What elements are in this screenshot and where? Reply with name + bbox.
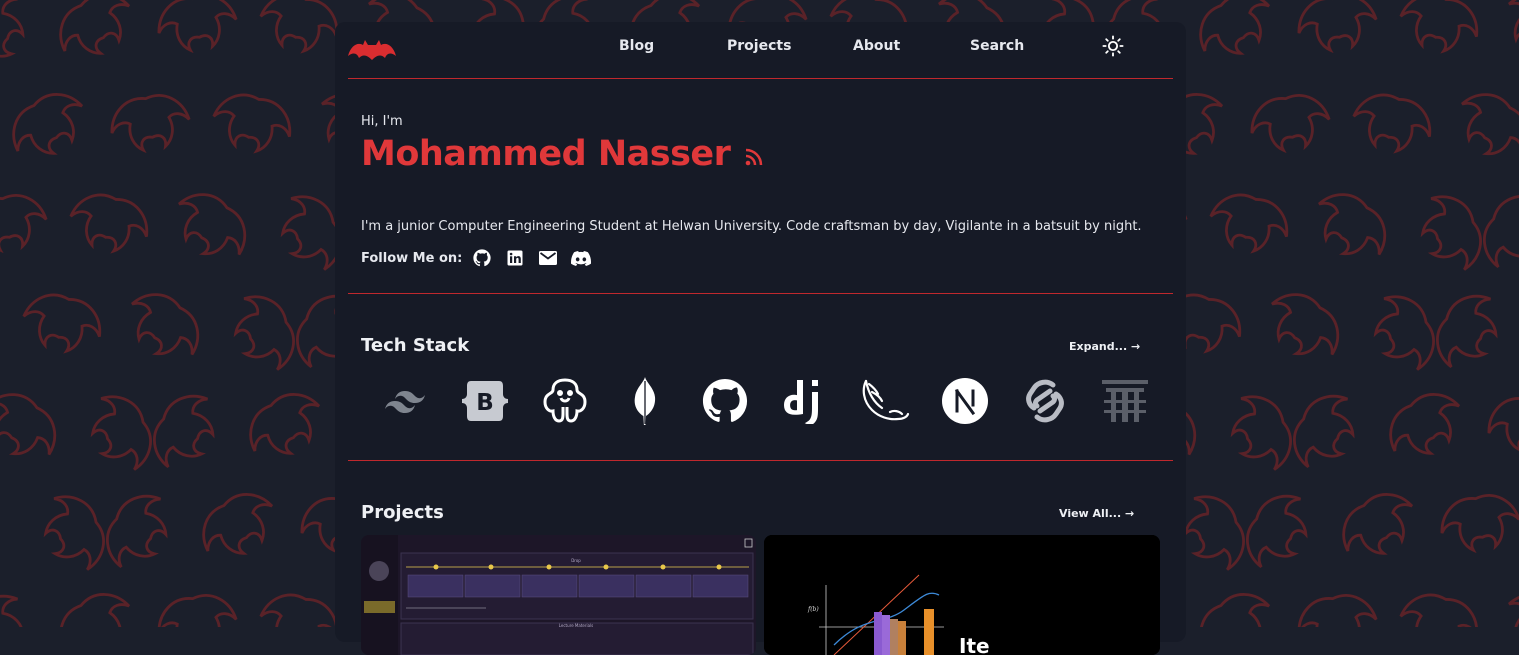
discord-icon[interactable]	[571, 248, 592, 268]
rss-icon[interactable]	[744, 147, 764, 167]
bat-pattern-icon	[0, 393, 57, 456]
bat-pattern-icon	[1318, 193, 1387, 256]
page-title: Mohammed Nasser	[361, 134, 731, 174]
bat-logo-icon[interactable]	[348, 38, 396, 60]
postgresql-icon	[540, 376, 590, 426]
bat-pattern-icon	[43, 495, 105, 571]
bat-pattern-icon	[59, 593, 131, 627]
nav-search-link[interactable]: Search	[970, 38, 1024, 54]
github-logo-icon	[700, 376, 750, 426]
bat-pattern-icon	[1420, 195, 1482, 271]
bat-pattern-icon	[1297, 594, 1378, 627]
thumb-lecture-label: Lecture Materials	[559, 623, 594, 628]
bat-pattern-icon	[1246, 494, 1308, 569]
project-card-dashboard[interactable]: Drop Lecture Materials	[361, 535, 756, 655]
navbar: Blog Projects About Search	[348, 22, 1173, 79]
bat-pattern-icon	[106, 494, 168, 569]
bat-pattern-icon	[178, 193, 247, 256]
bat-pattern-icon	[1399, 593, 1479, 627]
github-icon[interactable]	[472, 248, 492, 268]
bat-pattern-icon	[153, 394, 215, 469]
bat-pattern-icon	[1373, 295, 1435, 371]
bat-pattern-icon	[69, 193, 149, 254]
bat-pattern-icon	[1440, 494, 1519, 554]
bio-text: I'm a junior Computer Engineering Studen…	[361, 219, 1142, 234]
bat-pattern-icon	[22, 293, 102, 354]
bat-pattern-icon	[12, 93, 84, 155]
thumb-function-label: f(b)	[807, 606, 819, 613]
bat-pattern-icon	[1389, 393, 1461, 455]
bat-pattern-icon	[249, 393, 321, 455]
math-animation-image: f(b) Ite	[764, 535, 1160, 655]
bat-pattern-icon	[259, 593, 339, 627]
bat-pattern-icon	[1399, 0, 1479, 54]
bootstrap-icon: B	[460, 376, 510, 426]
bat-pattern-icon	[1342, 493, 1414, 555]
bat-pattern-icon	[1293, 394, 1355, 469]
bat-pattern-icon	[1436, 294, 1498, 369]
svg-text:B: B	[476, 390, 494, 416]
bat-pattern-icon	[1487, 394, 1519, 454]
thumb-brand-text: Ite	[959, 634, 990, 655]
main-card: Blog Projects About Search Hi, I'm Moham…	[335, 22, 1186, 655]
expand-link[interactable]: Expand... →	[1069, 340, 1140, 353]
name-row: Mohammed Nasser	[361, 134, 764, 174]
flask-icon	[860, 376, 910, 426]
bat-pattern-icon	[110, 94, 191, 154]
greeting-text: Hi, I'm	[361, 114, 403, 129]
bat-pattern-icon	[1209, 193, 1289, 254]
nav-blog-link[interactable]: Blog	[619, 38, 654, 54]
section-divider	[348, 293, 1173, 294]
bat-pattern-icon	[1297, 0, 1378, 54]
bat-pattern-icon	[131, 293, 200, 356]
django-icon	[780, 376, 830, 426]
tech-stack-title: Tech Stack	[361, 335, 470, 356]
mail-icon[interactable]	[538, 248, 558, 268]
projects-title: Projects	[361, 502, 444, 523]
bat-pattern-icon	[0, 0, 25, 69]
sun-icon[interactable]	[1102, 35, 1124, 57]
bat-pattern-icon	[233, 295, 295, 371]
section-divider	[348, 460, 1173, 461]
mongodb-icon	[620, 376, 670, 426]
bat-pattern-icon	[90, 395, 152, 471]
bat-pattern-icon	[212, 93, 292, 154]
bat-pattern-icon	[1508, 0, 1519, 56]
tauri-icon	[1100, 376, 1150, 426]
svelte-icon	[1020, 376, 1070, 426]
dashboard-screenshot-image: Drop Lecture Materials	[361, 535, 756, 655]
nav-about-link[interactable]: About	[853, 38, 900, 54]
bat-pattern-icon	[1230, 395, 1292, 471]
linkedin-icon[interactable]	[505, 248, 525, 268]
bat-pattern-icon	[1508, 593, 1519, 627]
bat-pattern-icon	[1199, 593, 1271, 627]
nextjs-icon	[940, 376, 990, 426]
bat-pattern-icon	[1461, 93, 1519, 156]
bat-pattern-icon	[59, 0, 131, 55]
view-all-link[interactable]: View All... →	[1059, 507, 1134, 520]
bat-pattern-icon	[259, 0, 339, 54]
project-card-math[interactable]: f(b) Ite	[764, 535, 1160, 655]
bat-pattern-icon	[1271, 293, 1340, 356]
bat-pattern-icon	[202, 493, 274, 555]
bat-pattern-icon	[1352, 93, 1432, 154]
bat-pattern-icon	[1199, 0, 1271, 55]
nav-projects-link[interactable]: Projects	[727, 38, 791, 54]
bat-pattern-icon	[157, 594, 238, 627]
bat-pattern-icon	[1250, 94, 1331, 154]
bat-pattern-icon	[157, 0, 238, 54]
follow-row: Follow Me on:	[361, 248, 604, 268]
bat-pattern-icon	[0, 594, 25, 627]
thumb-drop-label: Drop	[571, 558, 581, 563]
bat-pattern-icon	[0, 194, 48, 254]
follow-label: Follow Me on:	[361, 250, 463, 266]
intro-section: Hi, I'm Mohammed Nasser	[361, 114, 762, 174]
tailwind-icon	[380, 376, 430, 426]
